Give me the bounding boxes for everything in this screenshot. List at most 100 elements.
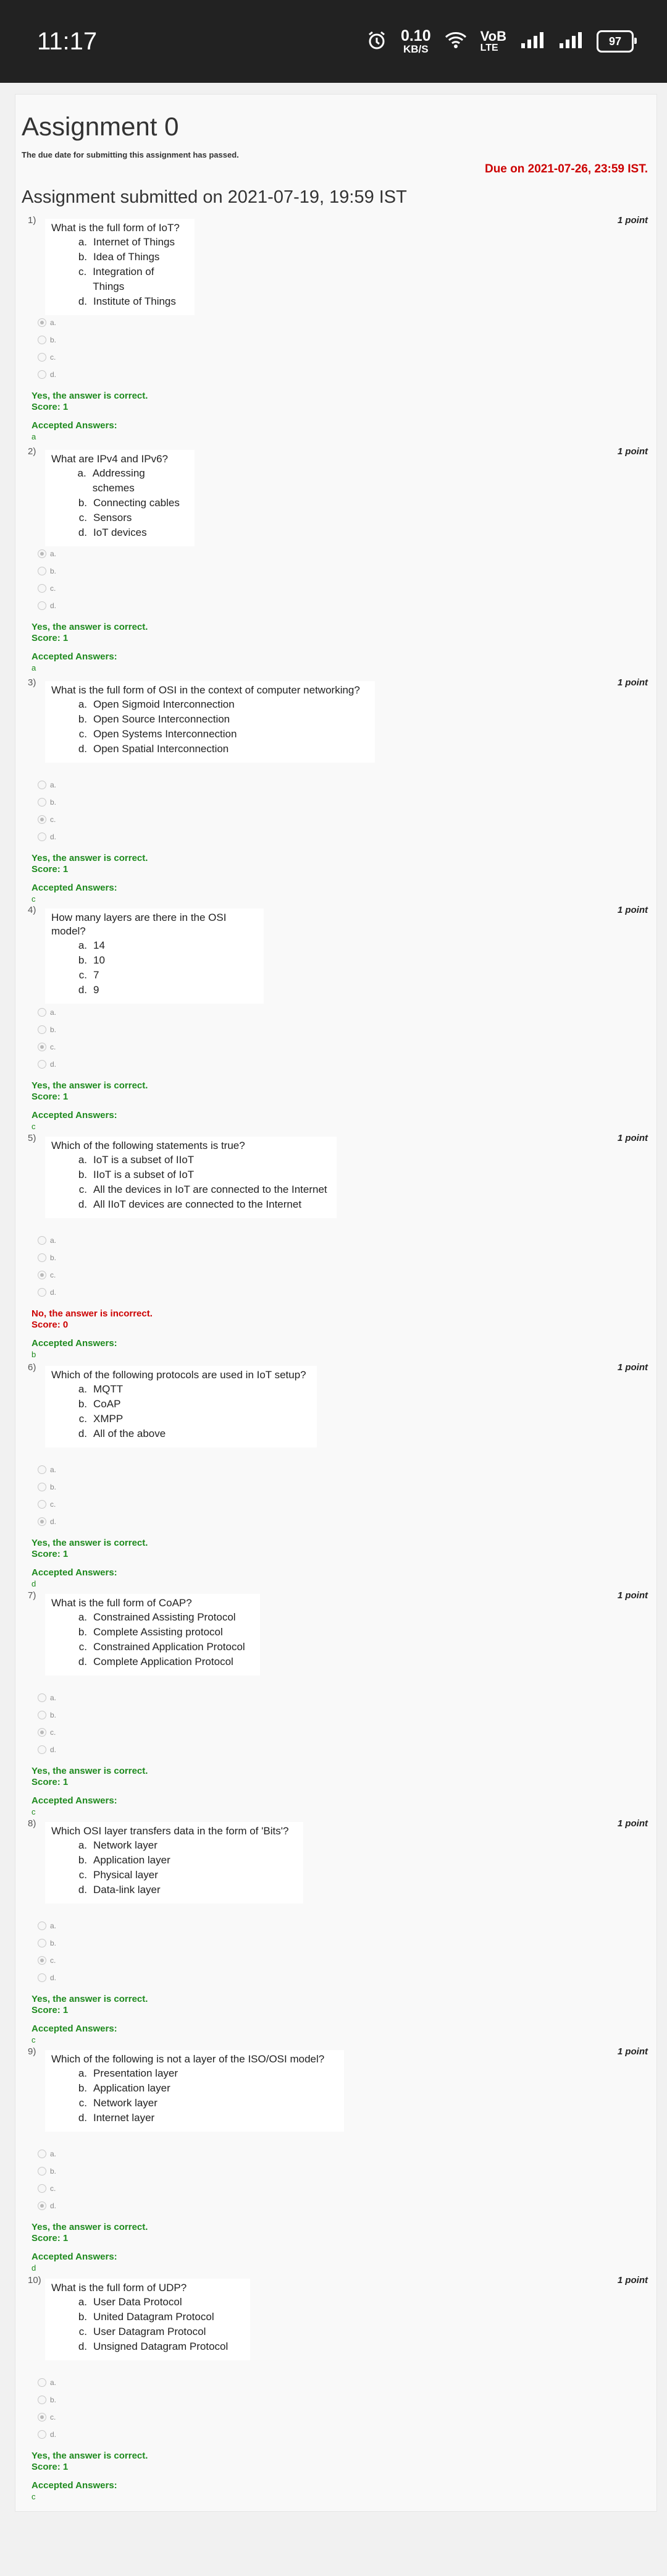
radio-option[interactable]: c.: [38, 1266, 56, 1284]
radio-button[interactable]: [38, 1288, 46, 1297]
radio-button[interactable]: [38, 1973, 46, 1982]
option-text: Constrained Application Protocol: [93, 1641, 245, 1653]
radio-option[interactable]: d.: [38, 1969, 56, 1986]
radio-button[interactable]: [38, 1236, 46, 1245]
radio-button[interactable]: [38, 1483, 46, 1491]
radio-option[interactable]: c.: [38, 811, 56, 828]
radio-label: c.: [50, 1043, 56, 1051]
radio-button[interactable]: [38, 1008, 46, 1017]
radio-option[interactable]: b.: [38, 2163, 56, 2180]
option-letter: b.: [78, 1626, 87, 1638]
radio-option[interactable]: b.: [38, 562, 56, 580]
radio-button[interactable]: [38, 2150, 46, 2158]
radio-option[interactable]: c.: [38, 2180, 56, 2197]
question-text: How many layers are there in the OSI mod…: [51, 912, 227, 937]
radio-button[interactable]: [38, 370, 46, 379]
radio-button[interactable]: [38, 2430, 46, 2439]
answer-option: a. Constrained Assisting Protocol: [67, 1610, 251, 1625]
radio-button[interactable]: [38, 336, 46, 344]
radio-option[interactable]: d.: [38, 1513, 56, 1530]
radio-button[interactable]: [38, 1745, 46, 1754]
radio-option[interactable]: d.: [38, 2197, 56, 2214]
radio-button[interactable]: [38, 1043, 46, 1051]
radio-option[interactable]: c.: [38, 349, 56, 366]
radio-option[interactable]: c.: [38, 1496, 56, 1513]
radio-option[interactable]: b.: [38, 1478, 56, 1496]
radio-button[interactable]: [38, 2201, 46, 2210]
answer-option: c. User Datagram Protocol: [67, 2324, 241, 2339]
radio-button[interactable]: [38, 781, 46, 789]
radio-button[interactable]: [38, 1060, 46, 1069]
radio-button[interactable]: [38, 2396, 46, 2404]
radio-button[interactable]: [38, 2167, 46, 2176]
radio-option[interactable]: a.: [38, 1232, 56, 1249]
option-text: Physical layer: [93, 1869, 158, 1881]
radio-button[interactable]: [38, 567, 46, 575]
radio-option[interactable]: d.: [38, 828, 56, 845]
radio-button[interactable]: [38, 1693, 46, 1702]
radio-option[interactable]: d.: [38, 597, 56, 614]
radio-button[interactable]: [38, 318, 46, 327]
radio-option[interactable]: d.: [38, 1741, 56, 1758]
radio-option[interactable]: d.: [38, 366, 56, 383]
radio-option[interactable]: a.: [38, 1004, 56, 1021]
radio-button[interactable]: [38, 1025, 46, 1034]
radio-option[interactable]: a.: [38, 314, 56, 331]
radio-button[interactable]: [38, 1500, 46, 1509]
option-text: CoAP: [93, 1398, 121, 1410]
radio-option[interactable]: a.: [38, 1461, 56, 1478]
radio-button[interactable]: [38, 1465, 46, 1474]
radio-option[interactable]: a.: [38, 2145, 56, 2163]
radio-button[interactable]: [38, 1728, 46, 1737]
radio-button[interactable]: [38, 601, 46, 610]
accepted-answers-label: Accepted Answers:: [31, 1567, 117, 1578]
radio-option[interactable]: c.: [38, 2409, 56, 2426]
radio-button[interactable]: [38, 1939, 46, 1947]
radio-option[interactable]: b.: [38, 1934, 56, 1952]
radio-button[interactable]: [38, 815, 46, 824]
radio-button[interactable]: [38, 798, 46, 807]
radio-button[interactable]: [38, 2378, 46, 2387]
radio-option[interactable]: b.: [38, 2391, 56, 2409]
radio-button[interactable]: [38, 833, 46, 841]
radio-button[interactable]: [38, 1271, 46, 1279]
radio-button[interactable]: [38, 549, 46, 558]
radio-option[interactable]: a.: [38, 1917, 56, 1934]
radio-option[interactable]: a.: [38, 776, 56, 794]
radio-option[interactable]: b.: [38, 331, 56, 349]
radio-option[interactable]: c.: [38, 1038, 56, 1056]
radio-option[interactable]: c.: [38, 1724, 56, 1741]
radio-option[interactable]: b.: [38, 1706, 56, 1724]
radio-option[interactable]: b.: [38, 1021, 56, 1038]
radio-button[interactable]: [38, 1956, 46, 1965]
radio-button[interactable]: [38, 2413, 46, 2421]
option-letter: c.: [78, 969, 87, 981]
radio-label: c.: [50, 584, 56, 593]
option-letter: a.: [78, 2067, 87, 2079]
radio-label: d.: [50, 370, 57, 379]
option-letter: a.: [78, 1154, 87, 1166]
radio-option[interactable]: b.: [38, 1249, 56, 1266]
radio-option[interactable]: a.: [38, 545, 56, 562]
radio-button[interactable]: [38, 1711, 46, 1719]
radio-option[interactable]: c.: [38, 1952, 56, 1969]
radio-label: b.: [50, 2167, 57, 2176]
radio-button[interactable]: [38, 2184, 46, 2193]
answer-option: c. All the devices in IoT are connected t…: [67, 1182, 328, 1197]
radio-button[interactable]: [38, 584, 46, 593]
radio-button[interactable]: [38, 1517, 46, 1526]
option-letter: a.: [78, 1383, 87, 1395]
radio-option[interactable]: c.: [38, 580, 56, 597]
radio-option[interactable]: a.: [38, 2374, 56, 2391]
result-feedback: Yes, the answer is correct.: [31, 853, 148, 863]
radio-button[interactable]: [38, 1253, 46, 1262]
result-section: Yes, the answer is correct. Score: 1 Accep…: [31, 622, 148, 674]
radio-option[interactable]: d.: [38, 2426, 56, 2443]
radio-button[interactable]: [38, 1921, 46, 1930]
radio-option[interactable]: b.: [38, 794, 56, 811]
option-letter: b.: [78, 497, 87, 509]
radio-option[interactable]: d.: [38, 1284, 56, 1301]
radio-option[interactable]: a.: [38, 1689, 56, 1706]
radio-button[interactable]: [38, 353, 46, 362]
radio-option[interactable]: d.: [38, 1056, 56, 1073]
